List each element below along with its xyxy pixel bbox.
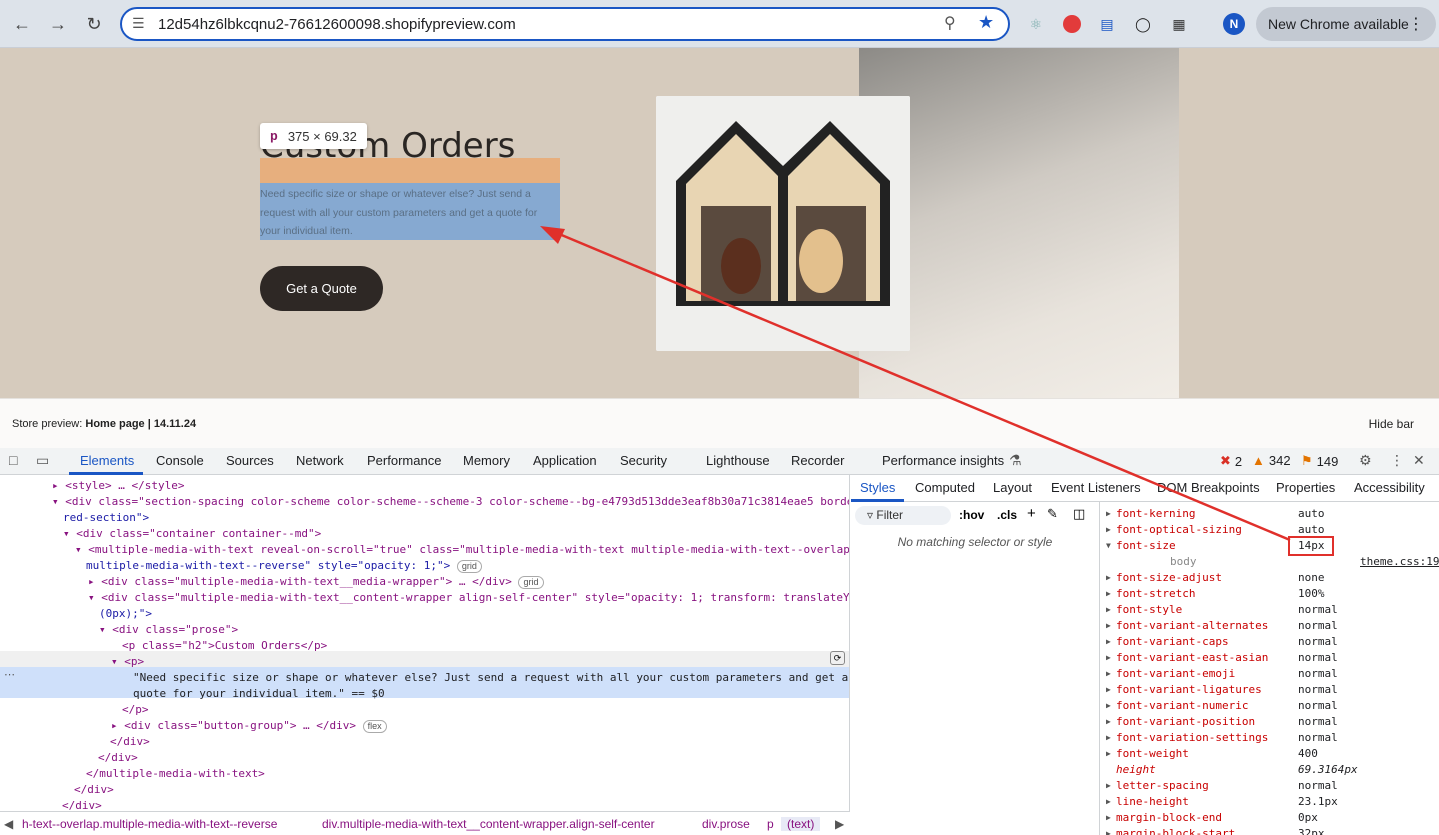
annotation-arrow — [540, 226, 1291, 542]
